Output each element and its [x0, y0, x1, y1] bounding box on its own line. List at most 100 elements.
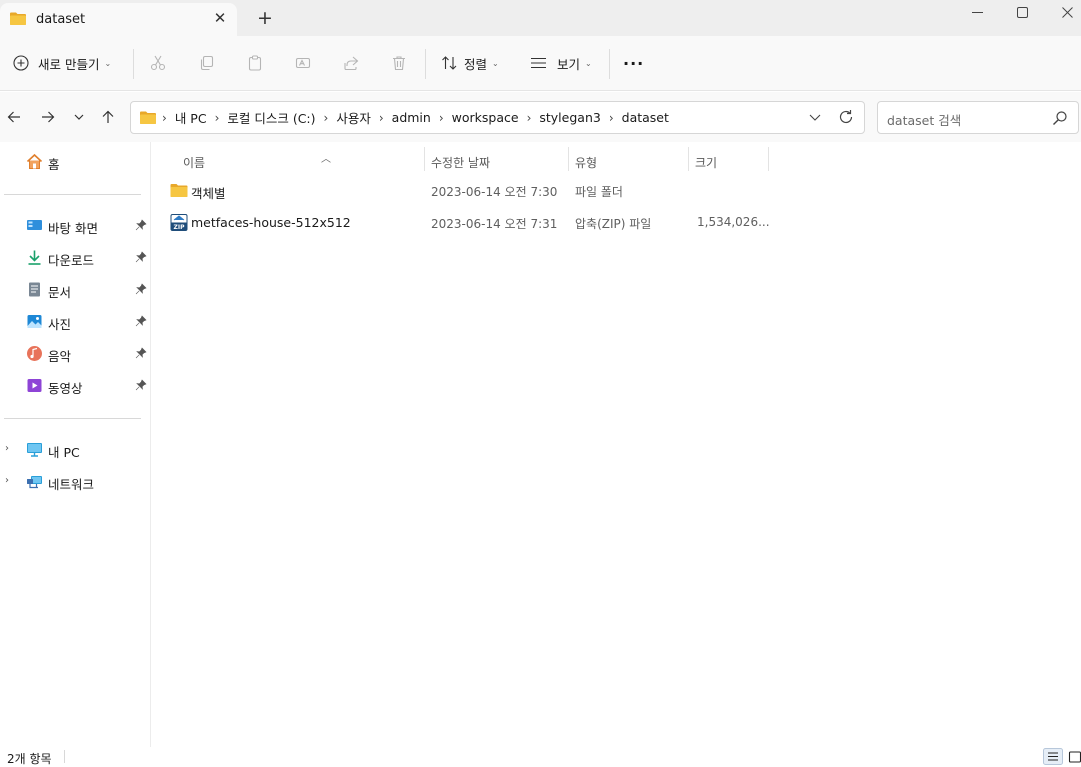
folder-icon — [10, 12, 26, 25]
sidebar-item-this-pc[interactable]: › 내 PC — [0, 435, 150, 463]
sidebar-item-label: 문서 — [48, 285, 72, 300]
sidebar-item-home[interactable]: 홈 — [0, 147, 150, 175]
chevron-right-icon: › — [438, 110, 444, 125]
view-label: 보기 — [557, 56, 581, 72]
column-divider[interactable] — [768, 147, 769, 171]
divider — [4, 418, 141, 419]
sidebar-item-label: 홈 — [48, 157, 60, 172]
share-button[interactable] — [341, 53, 361, 73]
view-icon — [531, 57, 546, 69]
minimize-button[interactable] — [954, 0, 1000, 24]
chevron-down-icon[interactable] — [807, 109, 823, 125]
item-count: 2개 항목 — [7, 752, 52, 766]
breadcrumb-stylegan3[interactable]: stylegan3 — [539, 110, 600, 125]
breadcrumb-this-pc[interactable]: 내 PC — [175, 108, 207, 127]
file-modified: 2023-06-14 오전 7:31 — [431, 217, 558, 231]
breadcrumb-users[interactable]: 사용자 — [336, 108, 371, 127]
chevron-right-icon: › — [162, 110, 167, 125]
rename-icon — [295, 57, 311, 69]
column-header-name[interactable]: 이름 ︿ — [177, 150, 425, 174]
breadcrumb-local-disk[interactable]: 로컬 디스크 (C:) — [227, 108, 315, 127]
view-button[interactable]: 보기 ⌄ — [530, 50, 592, 76]
search-icon — [1053, 111, 1067, 125]
chevron-right-icon[interactable]: › — [5, 443, 15, 455]
plus-circle-icon — [13, 55, 29, 71]
sidebar-item-network[interactable]: › 네트워크 — [0, 467, 150, 495]
back-button[interactable] — [4, 107, 24, 127]
svg-text:ZIP: ZIP — [174, 224, 186, 231]
sidebar-item-label: 바탕 화면 — [48, 221, 98, 236]
sort-button[interactable]: 정렬 ⌄ — [441, 50, 499, 76]
sidebar-item-label: 내 PC — [48, 445, 80, 460]
sidebar-item-downloads[interactable]: 다운로드 — [0, 243, 150, 271]
arrow-right-icon — [42, 111, 55, 123]
paste-button[interactable] — [245, 53, 265, 73]
file-size: 1,534,026... — [697, 215, 770, 229]
music-icon — [27, 346, 42, 361]
pin-icon[interactable] — [135, 283, 147, 295]
column-label: 유형 — [575, 156, 598, 170]
rename-button[interactable] — [293, 53, 313, 73]
pin-icon[interactable] — [135, 219, 147, 231]
large-icons-view-icon[interactable] — [1066, 748, 1081, 765]
pin-icon[interactable] — [135, 251, 147, 263]
column-label: 수정한 날짜 — [431, 156, 491, 170]
new-button[interactable]: 새로 만들기 ⌄ — [13, 50, 111, 76]
divider — [609, 49, 610, 79]
divider — [64, 750, 65, 763]
sidebar-item-music[interactable]: 음악 — [0, 339, 150, 367]
file-list: 이름 ︿ 수정한 날짜 유형 크기 객체별 2023-06-14 오전 7:30… — [152, 142, 1081, 747]
close-tab-button[interactable]: ✕ — [212, 9, 228, 27]
chevron-right-icon[interactable]: › — [5, 475, 15, 487]
recent-locations-button[interactable] — [69, 107, 89, 127]
column-header-type[interactable]: 유형 — [569, 150, 688, 174]
close-icon — [1061, 6, 1073, 18]
chevron-down-icon: ⌄ — [492, 58, 499, 68]
breadcrumb-workspace[interactable]: workspace — [452, 110, 519, 125]
close-window-button[interactable] — [1044, 0, 1081, 24]
breadcrumb: › 내 PC › 로컬 디스크 (C:) › 사용자 › admin › wor… — [140, 102, 669, 133]
file-modified: 2023-06-14 오전 7:30 — [431, 185, 558, 199]
computer-icon — [27, 443, 42, 457]
more-options-button[interactable]: ··· — [623, 50, 644, 76]
maximize-icon — [1016, 6, 1028, 18]
address-bar[interactable]: › 내 PC › 로컬 디스크 (C:) › 사용자 › admin › wor… — [130, 101, 865, 134]
arrow-up-icon — [102, 110, 114, 123]
pin-icon[interactable] — [135, 347, 147, 359]
divider — [4, 194, 141, 195]
pin-icon[interactable] — [135, 379, 147, 391]
command-bar: 새로 만들기 ⌄ 정렬 ⌄ 보기 ⌄ ··· — [0, 36, 1081, 91]
chevron-down-icon: ⌄ — [585, 58, 592, 68]
pin-icon[interactable] — [135, 315, 147, 327]
file-type: 압축(ZIP) 파일 — [575, 217, 652, 231]
table-row[interactable]: ZIP metfaces-house-512x512 2023-06-14 오전… — [160, 208, 770, 236]
column-header-size[interactable]: 크기 — [689, 150, 768, 174]
delete-button[interactable] — [389, 53, 409, 73]
sidebar-item-label: 음악 — [48, 349, 72, 364]
details-view-icon[interactable] — [1043, 748, 1063, 765]
copy-icon — [200, 55, 214, 71]
file-type: 파일 폴더 — [575, 185, 623, 199]
breadcrumb-dataset[interactable]: dataset — [622, 110, 669, 125]
up-button[interactable] — [98, 107, 118, 127]
copy-button[interactable] — [197, 53, 217, 73]
new-tab-button[interactable]: + — [256, 8, 274, 28]
forward-button[interactable] — [38, 107, 58, 127]
cut-button[interactable] — [148, 53, 168, 73]
share-icon — [344, 56, 359, 71]
table-row[interactable]: 객체별 2023-06-14 오전 7:30 파일 폴더 — [160, 176, 770, 204]
tab-dataset[interactable]: dataset ✕ — [0, 3, 237, 36]
sidebar-item-videos[interactable]: 동영상 — [0, 371, 150, 399]
sidebar-item-desktop[interactable]: 바탕 화면 — [0, 211, 150, 239]
sidebar-item-pictures[interactable]: 사진 — [0, 307, 150, 335]
sidebar-item-label: 동영상 — [48, 381, 83, 396]
maximize-button[interactable] — [999, 0, 1045, 24]
chevron-right-icon: › — [214, 110, 220, 125]
search-input[interactable]: dataset 검색 — [877, 101, 1079, 134]
sidebar-item-documents[interactable]: 문서 — [0, 275, 150, 303]
breadcrumb-admin[interactable]: admin — [392, 110, 431, 125]
column-header-modified[interactable]: 수정한 날짜 — [425, 150, 568, 174]
arrow-left-icon — [7, 111, 20, 123]
refresh-icon[interactable] — [837, 108, 855, 126]
chevron-right-icon: › — [378, 110, 384, 125]
